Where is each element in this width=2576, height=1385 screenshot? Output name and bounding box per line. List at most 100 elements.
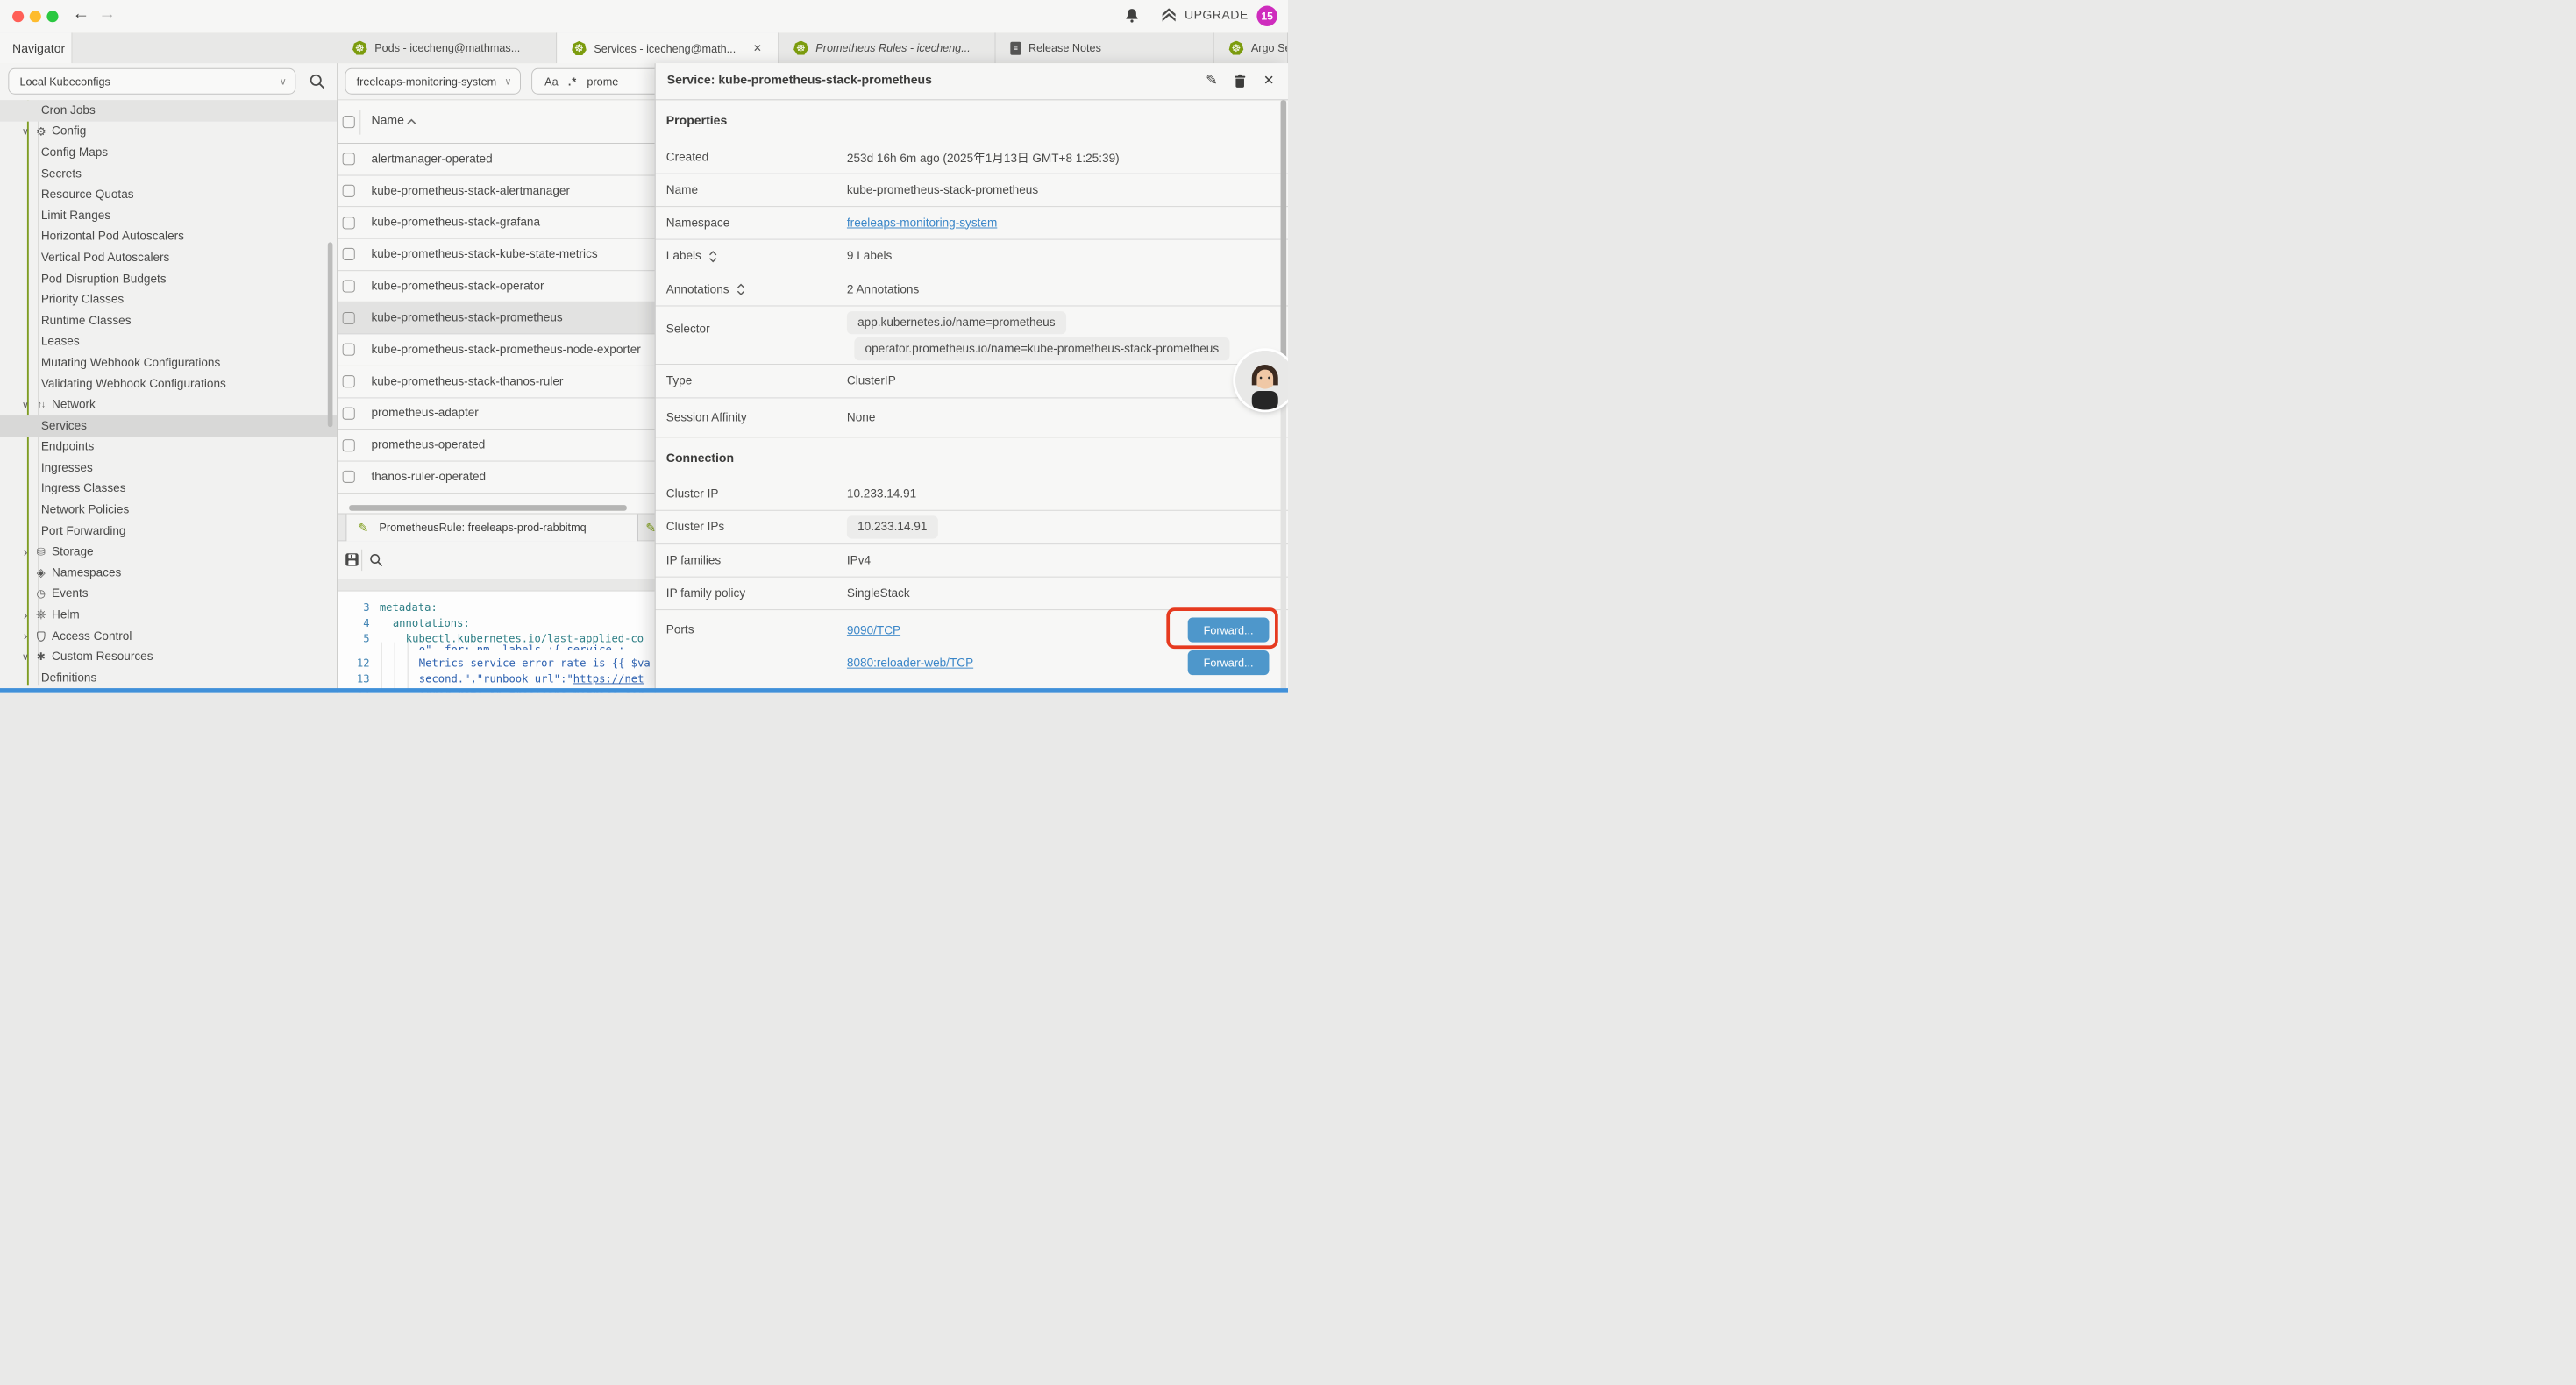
app-tab[interactable]: ☸ Services - icecheng@math... ✕ bbox=[557, 32, 779, 64]
sidebar-tree-item[interactable]: Endpoints bbox=[0, 437, 337, 458]
select-all-checkbox[interactable] bbox=[343, 116, 355, 128]
app-tab[interactable]: ≡ Release Notes bbox=[995, 32, 1213, 63]
zoom-window-button[interactable] bbox=[46, 11, 58, 22]
sidebar-tree-item[interactable]: Events bbox=[0, 584, 337, 605]
sort-ascending-icon[interactable] bbox=[407, 118, 416, 124]
row-checkbox[interactable] bbox=[343, 217, 355, 229]
tree-chevron-icon[interactable] bbox=[19, 399, 31, 410]
save-button[interactable] bbox=[345, 553, 359, 567]
tab-navigator[interactable]: Navigator bbox=[0, 32, 72, 64]
sidebar-tree-item[interactable]: Definitions bbox=[0, 668, 337, 689]
expand-collapse-icon[interactable] bbox=[737, 283, 744, 295]
sidebar-scrollbar[interactable] bbox=[328, 242, 333, 427]
service-row[interactable]: kube-prometheus-stack-kube-state-metrics bbox=[338, 239, 655, 271]
detail-scrollbar-thumb[interactable] bbox=[1281, 100, 1287, 378]
row-checkbox[interactable] bbox=[343, 185, 355, 197]
minimize-window-button[interactable] bbox=[30, 11, 41, 22]
regex-toggle[interactable]: .* bbox=[568, 75, 577, 88]
row-checkbox[interactable] bbox=[343, 408, 355, 420]
sidebar-tree-item[interactable]: Storage bbox=[0, 542, 337, 563]
row-checkbox[interactable] bbox=[343, 344, 355, 356]
sidebar-tree-item[interactable]: Limit Ranges bbox=[0, 205, 337, 226]
upgrade-button[interactable]: UPGRADE bbox=[1160, 6, 1249, 25]
tree-chevron-icon[interactable] bbox=[19, 629, 31, 643]
namespace-selector[interactable]: freeleaps-monitoring-system ∨ bbox=[345, 68, 520, 95]
service-row[interactable]: kube-prometheus-stack-thanos-ruler bbox=[338, 366, 655, 398]
sidebar-tree-item[interactable]: Resource Quotas bbox=[0, 184, 337, 205]
row-checkbox[interactable] bbox=[343, 153, 355, 166]
sidebar-tree-item[interactable]: Config Maps bbox=[0, 142, 337, 163]
tree-chevron-icon[interactable] bbox=[19, 545, 31, 559]
sidebar-tree-item[interactable]: Access Control bbox=[0, 626, 337, 647]
sidebar-tree-item[interactable]: Leases bbox=[0, 331, 337, 352]
editor-tab-prometheusrule[interactable]: ✎ PrometheusRule: freeleaps-prod-rabbitm… bbox=[345, 514, 638, 541]
sidebar-tree-item[interactable]: Config bbox=[0, 121, 337, 142]
back-button[interactable]: ← bbox=[72, 4, 89, 24]
edit-resource-button[interactable]: ✎ bbox=[1206, 72, 1217, 89]
horizontal-scrollbar[interactable] bbox=[349, 505, 627, 511]
row-checkbox[interactable] bbox=[343, 471, 355, 483]
service-row[interactable]: kube-prometheus-stack-prometheus bbox=[338, 302, 655, 334]
sidebar-tree-item[interactable]: Network Policies bbox=[0, 500, 337, 521]
sidebar-tree-item[interactable]: Pod Disruption Budgets bbox=[0, 268, 337, 289]
close-panel-button[interactable]: ✕ bbox=[1263, 72, 1275, 89]
tree-chevron-icon[interactable] bbox=[19, 608, 31, 622]
port-link[interactable]: 8080:reloader-web/TCP bbox=[847, 657, 973, 670]
delete-resource-button[interactable] bbox=[1234, 74, 1246, 88]
service-row[interactable]: kube-prometheus-stack-alertmanager bbox=[338, 175, 655, 207]
forward-button[interactable]: → bbox=[98, 4, 116, 24]
tree-chevron-icon[interactable] bbox=[19, 651, 31, 663]
editor-search-button[interactable] bbox=[369, 553, 384, 568]
sidebar-tree-item[interactable]: Custom Resources bbox=[0, 647, 337, 668]
row-checkbox[interactable] bbox=[343, 375, 355, 387]
service-row[interactable]: prometheus-operated bbox=[338, 430, 655, 461]
notifications-bell-icon[interactable] bbox=[1122, 6, 1142, 25]
app-tab[interactable]: ☸ Argo Se bbox=[1214, 32, 1288, 63]
sidebar-tree-item[interactable]: Vertical Pod Autoscalers bbox=[0, 247, 337, 268]
notification-badge[interactable]: 15 bbox=[1256, 6, 1277, 26]
sidebar-tree-item[interactable]: Namespaces bbox=[0, 563, 337, 584]
row-checkbox[interactable] bbox=[343, 248, 355, 260]
app-tab[interactable]: ☸ Prometheus Rules - icecheng... bbox=[779, 32, 995, 63]
sidebar-tree-item[interactable]: Horizontal Pod Autoscalers bbox=[0, 226, 337, 247]
yaml-editor[interactable]: 3 metadata: 4 annotations: 5 kubectl.kub… bbox=[338, 592, 655, 692]
row-checkbox[interactable] bbox=[343, 439, 355, 451]
search-input[interactable]: Aa .* prome bbox=[531, 68, 655, 95]
sidebar-tree-item[interactable]: Port Forwarding bbox=[0, 521, 337, 542]
sidebar-tree-item[interactable]: Secrets bbox=[0, 163, 337, 184]
forward-button[interactable]: Forward... bbox=[1188, 650, 1270, 675]
sidebar-tree-item[interactable]: Runtime Classes bbox=[0, 310, 337, 331]
app-tab[interactable]: ☸ Pods - icecheng@mathmas... bbox=[338, 32, 557, 63]
service-row[interactable]: kube-prometheus-stack-grafana bbox=[338, 207, 655, 238]
sidebar-tree-item[interactable]: Priority Classes bbox=[0, 289, 337, 310]
sidebar-tree-item[interactable]: Ingresses bbox=[0, 458, 337, 479]
sidebar-tree-item[interactable]: Ingress Classes bbox=[0, 479, 337, 500]
service-row[interactable]: prometheus-adapter bbox=[338, 398, 655, 430]
name-column-header[interactable]: Name bbox=[371, 113, 403, 127]
close-tab-icon[interactable]: ✕ bbox=[753, 42, 762, 55]
service-row[interactable]: alertmanager-operated bbox=[338, 144, 655, 175]
editor-tab-partial[interactable]: ✎ bbox=[640, 514, 655, 541]
sidebar-tree-item[interactable]: Network bbox=[0, 394, 337, 416]
forward-button[interactable]: Forward... bbox=[1188, 618, 1270, 643]
sidebar-tree-item[interactable]: Mutating Webhook Configurations bbox=[0, 352, 337, 373]
service-row[interactable]: thanos-ruler-operated bbox=[338, 461, 655, 493]
port-link[interactable]: 9090/TCP bbox=[847, 624, 900, 637]
row-checkbox[interactable] bbox=[343, 281, 355, 293]
service-row[interactable]: kube-prometheus-stack-prometheus-node-ex… bbox=[338, 334, 655, 366]
sidebar-tree-item[interactable]: Services bbox=[0, 416, 337, 437]
sidebar-tree-item[interactable]: Helm bbox=[0, 605, 337, 626]
kubeconfig-selector[interactable]: Local Kubeconfigs ∨ bbox=[8, 68, 295, 95]
namespace-selector-value: freeleaps-monitoring-system bbox=[357, 75, 497, 88]
match-case-toggle[interactable]: Aa bbox=[544, 75, 558, 88]
sidebar-tree-item[interactable]: Cron Jobs bbox=[0, 100, 337, 121]
sidebar-search-button[interactable] bbox=[308, 72, 326, 90]
tree-item-icon bbox=[33, 607, 48, 622]
row-checkbox[interactable] bbox=[343, 312, 355, 324]
expand-collapse-icon[interactable] bbox=[708, 250, 716, 262]
close-window-button[interactable] bbox=[12, 11, 24, 22]
sidebar-tree-item[interactable]: Validating Webhook Configurations bbox=[0, 373, 337, 394]
service-row[interactable]: kube-prometheus-stack-operator bbox=[338, 271, 655, 302]
webcam-avatar-overlay[interactable] bbox=[1235, 351, 1288, 409]
tree-chevron-icon[interactable] bbox=[19, 126, 31, 138]
